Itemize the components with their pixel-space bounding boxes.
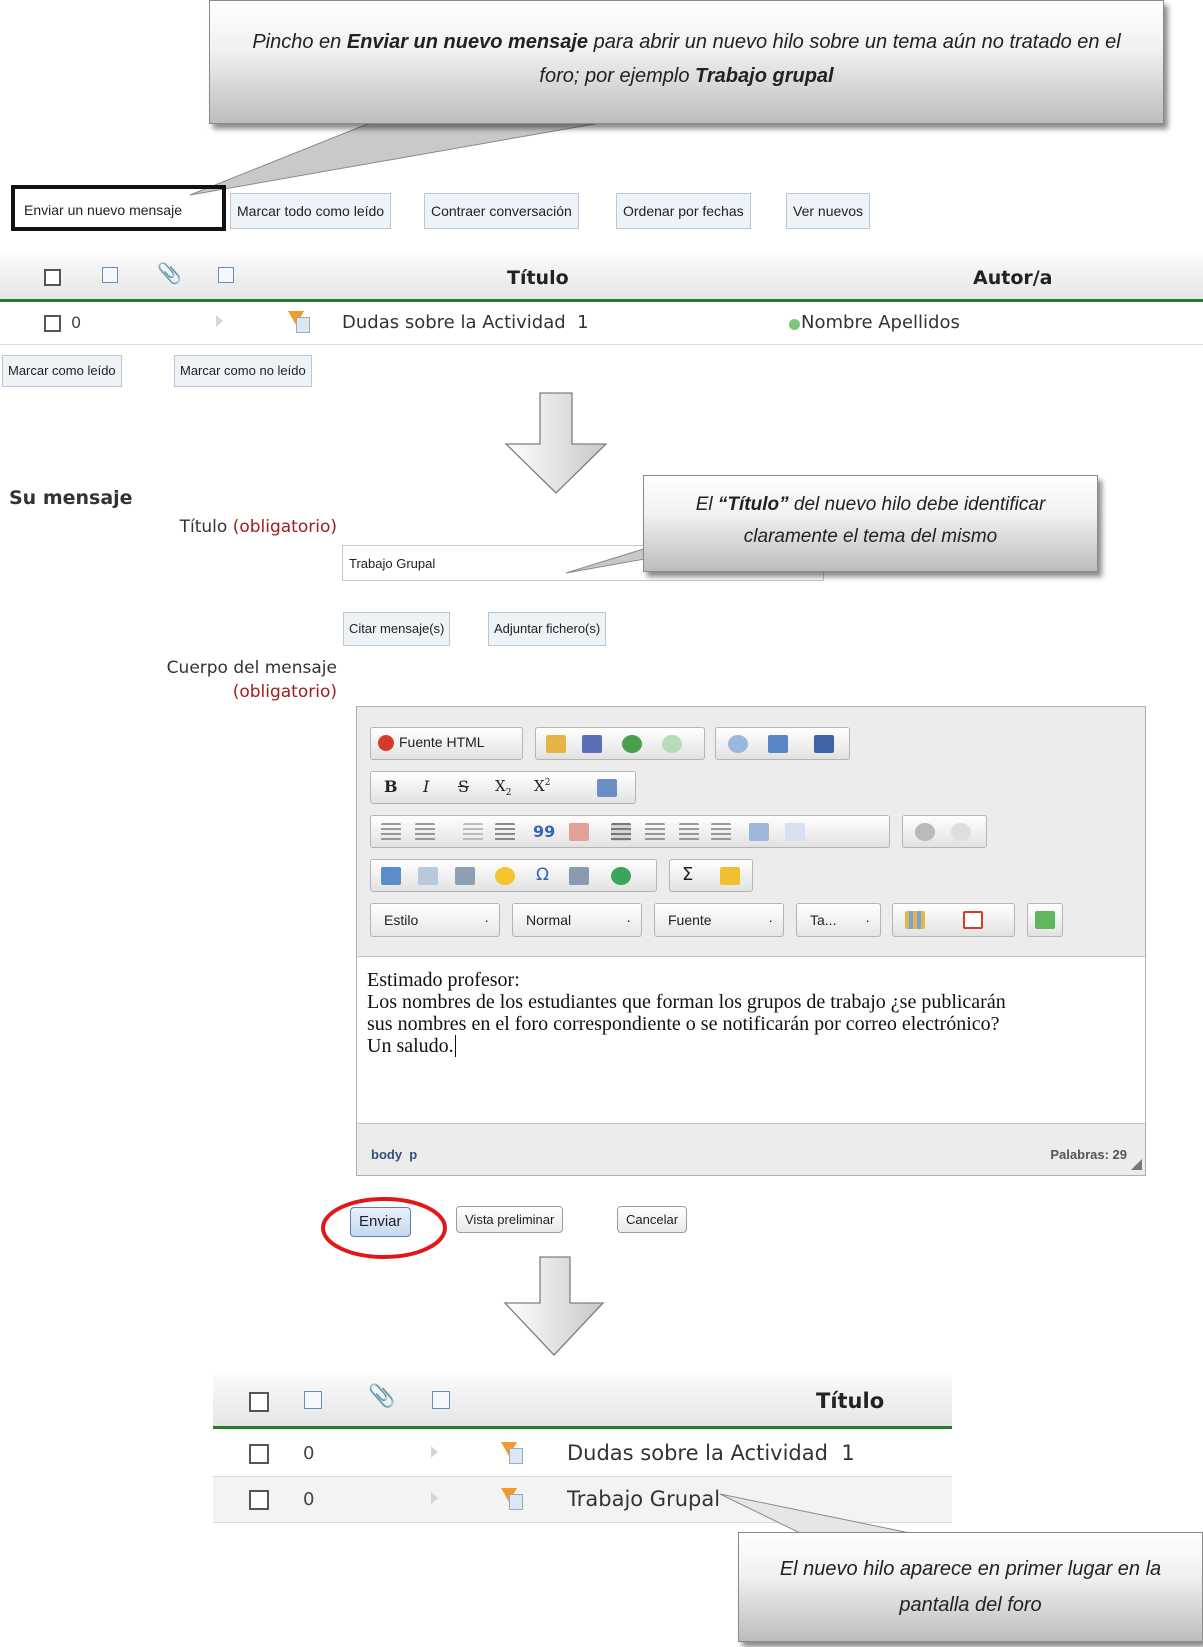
callout-bottom: El nuevo hilo aparece en primer lugar en… [738, 1532, 1203, 1642]
callout-pointer-bottom [719, 1493, 911, 1534]
